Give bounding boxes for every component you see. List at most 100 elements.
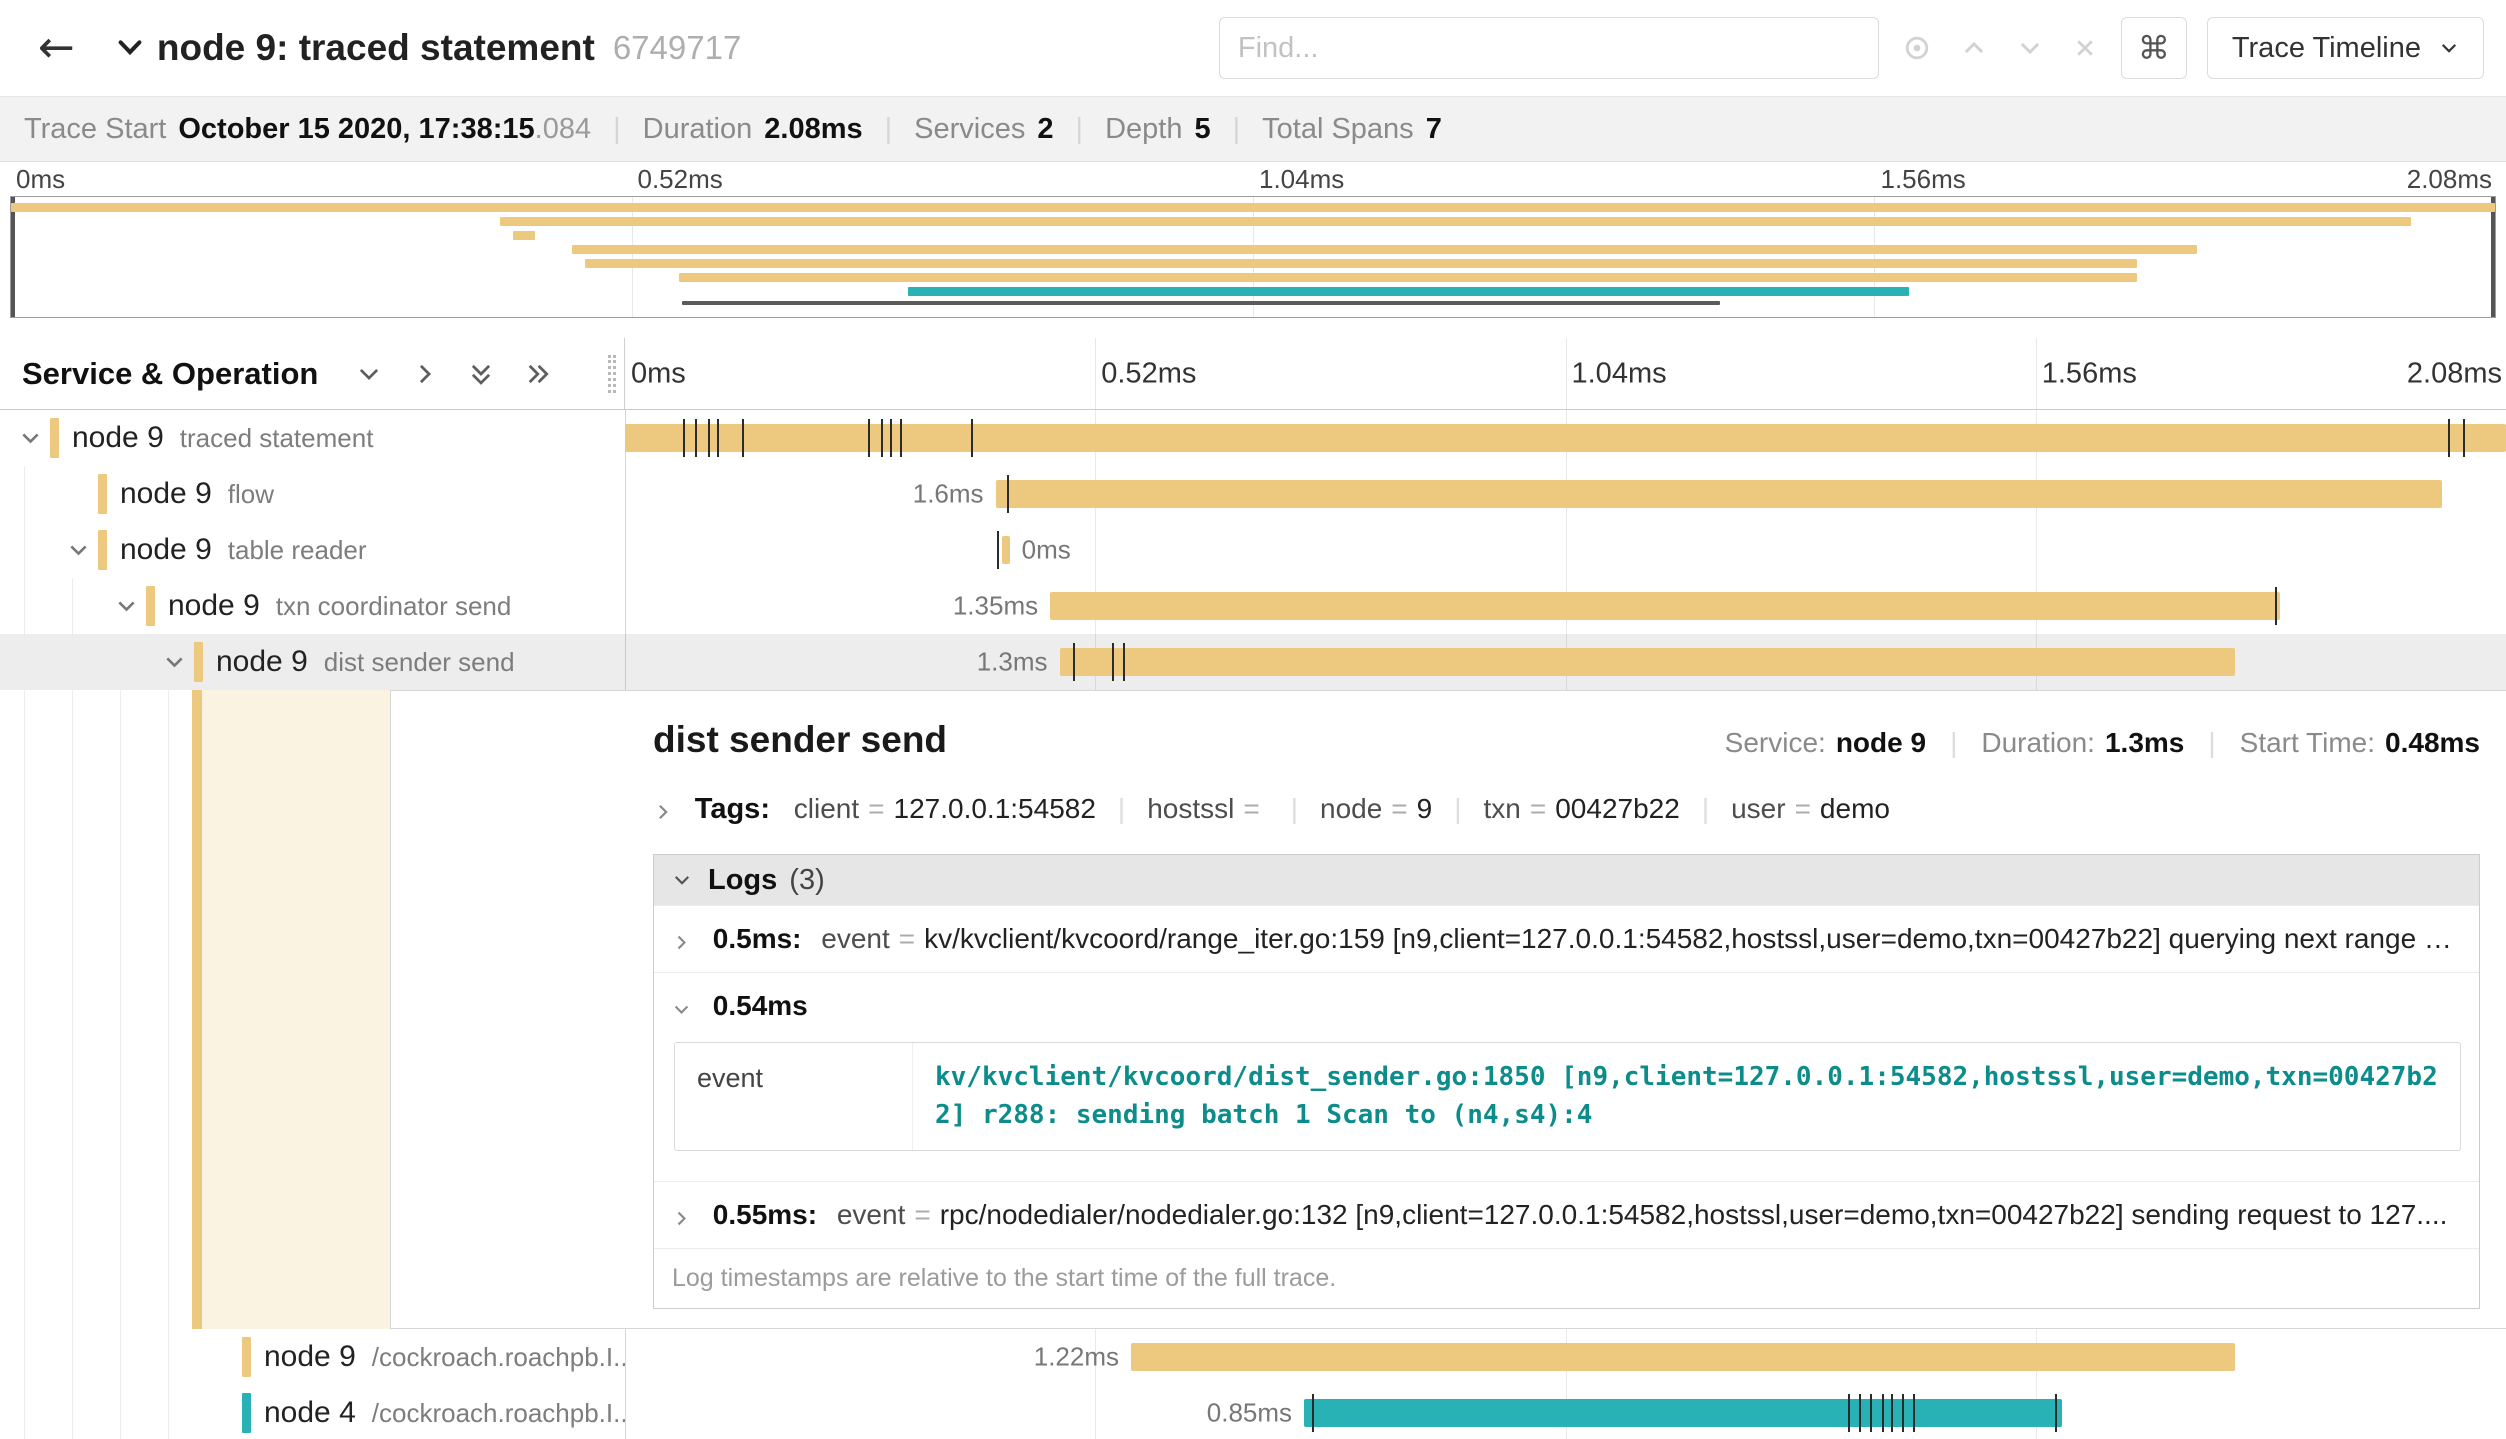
service-name: node 9 xyxy=(72,421,164,455)
span-name-cell[interactable]: node 9flow xyxy=(0,466,625,522)
span-bar[interactable] xyxy=(1002,536,1010,564)
span-bar[interactable] xyxy=(1060,648,2236,676)
span-detail-title: dist sender send xyxy=(653,719,947,761)
log-marker-tick xyxy=(900,419,902,457)
span-detail-indent xyxy=(0,690,390,1329)
span-row-cockroach-roachpb-i[interactable]: node 9/cockroach.roachpb.I...1.22ms xyxy=(0,1329,2506,1385)
log-marker-tick xyxy=(1902,1394,1904,1432)
minimap-handle-left[interactable] xyxy=(11,197,15,317)
span-row-txn-coordinator-send[interactable]: node 9txn coordinator send 1.35ms xyxy=(0,578,2506,634)
minimap-tick-labels: 0ms 0.52ms 1.04ms 1.56ms 2.08ms xyxy=(10,162,2496,196)
column-resizer-handle[interactable] xyxy=(608,355,616,393)
next-result-icon[interactable] xyxy=(2017,35,2043,61)
summary-label: Duration xyxy=(643,113,753,146)
span-bar[interactable] xyxy=(1050,592,2280,620)
span-name-cell[interactable]: node 9/cockroach.roachpb.I... xyxy=(0,1329,625,1385)
span-timeline-cell[interactable]: 1.22ms xyxy=(625,1329,2506,1385)
span-name-cell[interactable]: node 4/cockroach.roachpb.I... xyxy=(0,1385,625,1439)
collapse-all-icon[interactable] xyxy=(468,361,494,387)
minimap-span-bar xyxy=(679,273,2137,282)
span-name-cell[interactable]: node 9traced statement xyxy=(0,410,625,466)
timeline-ruler[interactable]: 0ms 0.52ms 1.04ms 1.56ms 2.08ms xyxy=(625,338,2506,409)
log-marker-tick xyxy=(1007,475,1009,513)
span-detail-highlight xyxy=(202,690,390,1329)
prev-result-icon[interactable] xyxy=(1961,35,1987,61)
log-marker-tick xyxy=(1859,1394,1861,1432)
span-bar[interactable] xyxy=(1131,1343,2235,1371)
span-name-cell[interactable]: node 9dist sender send xyxy=(0,634,625,690)
log-marker-tick xyxy=(1312,1394,1314,1432)
span-row-table-reader[interactable]: node 9table reader 0ms xyxy=(0,522,2506,578)
depth-value: 5 xyxy=(1194,113,1210,146)
log-marker-tick xyxy=(890,419,892,457)
span-row-traced-statement[interactable]: node 9traced statement xyxy=(0,410,2506,466)
logs-header[interactable]: Logs (3) xyxy=(654,855,2479,905)
span-row-dist-sender-send[interactable]: node 9dist sender send1.3ms xyxy=(0,634,2506,690)
expand-chevron-icon[interactable] xyxy=(115,595,138,618)
log-marker-tick xyxy=(2275,587,2277,625)
tags-accordion[interactable]: Tags: client=127.0.0.1:54582|hostssl=|no… xyxy=(653,793,2480,826)
top-bar: ← node 9: traced statement 6749717 ⌘ Tra… xyxy=(0,0,2506,96)
tag-item: hostssl= xyxy=(1147,793,1269,824)
find-input[interactable] xyxy=(1219,17,1879,79)
trace-summary-bar: Trace Start October 15 2020, 17:38:15.08… xyxy=(0,96,2506,162)
minimap-span-bar xyxy=(682,301,1720,305)
log-entry[interactable]: 0.54ms xyxy=(672,990,2461,1022)
span-timeline-cell[interactable]: 1.3ms xyxy=(625,634,2506,690)
trace-collapse-chevron-icon[interactable] xyxy=(115,33,145,63)
minimap-span-bar xyxy=(585,259,2138,268)
minimap-handle-right[interactable] xyxy=(2491,197,2495,317)
locate-span-icon[interactable] xyxy=(1903,34,1931,62)
log-entry[interactable]: 0.5ms: event=kv/kvclient/kvcoord/range_i… xyxy=(654,905,2479,972)
view-selector-button[interactable]: Trace Timeline xyxy=(2207,17,2484,79)
service-name: node 9 xyxy=(216,645,308,679)
expand-chevron-icon[interactable] xyxy=(163,651,186,674)
log-marker-tick xyxy=(2055,1394,2057,1432)
trace-minimap[interactable] xyxy=(10,196,2496,318)
span-timeline-cell[interactable]: 0ms xyxy=(625,522,2506,578)
summary-label: Total Spans xyxy=(1262,113,1414,146)
chevron-down-icon xyxy=(2439,38,2459,58)
service-color-chip xyxy=(146,586,155,626)
log-marker-tick xyxy=(2448,419,2450,457)
expand-chevron-icon[interactable] xyxy=(67,539,90,562)
span-row-cockroach-roachpb-i[interactable]: node 4/cockroach.roachpb.I...0.85ms xyxy=(0,1385,2506,1439)
service-color-chip xyxy=(242,1337,251,1377)
span-name-cell[interactable]: node 9table reader xyxy=(0,522,625,578)
span-bar[interactable] xyxy=(996,480,2442,508)
span-row-flow[interactable]: node 9flow1.6ms xyxy=(0,466,2506,522)
duration-value: 2.08ms xyxy=(764,113,862,146)
expand-chevron-icon[interactable] xyxy=(19,427,42,450)
span-duration-label: 0ms xyxy=(1022,535,1071,566)
operation-name: /cockroach.roachpb.I... xyxy=(372,1398,625,1429)
span-name-cell[interactable]: node 9txn coordinator send xyxy=(0,578,625,634)
minimap-gridline xyxy=(632,197,633,317)
service-operation-header: Service & Operation xyxy=(0,338,625,409)
span-timeline-cell[interactable]: 0.85ms xyxy=(625,1385,2506,1439)
service-color-chip xyxy=(242,1393,251,1433)
service-name: node 9 xyxy=(168,589,260,623)
tag-item: node=9 xyxy=(1320,793,1432,824)
span-duration-label: 1.35ms xyxy=(953,591,1038,622)
collapse-one-icon[interactable] xyxy=(356,361,382,387)
summary-label: Trace Start xyxy=(24,113,166,146)
service-value: node 9 xyxy=(1836,727,1926,759)
log-marker-tick xyxy=(1882,1394,1884,1432)
log-timestamp: 0.54ms xyxy=(713,990,808,1021)
expand-one-icon[interactable] xyxy=(412,361,438,387)
clear-find-icon[interactable] xyxy=(2073,36,2097,60)
log-entry[interactable]: 0.55ms: event=rpc/nodedialer/nodedialer.… xyxy=(654,1181,2479,1248)
expand-all-icon[interactable] xyxy=(524,361,550,387)
service-operation-title: Service & Operation xyxy=(22,356,318,392)
span-timeline-cell[interactable]: 1.6ms xyxy=(625,466,2506,522)
find-navigation xyxy=(1903,34,2097,62)
minimap-span-bar xyxy=(572,245,2197,254)
service-color-chip xyxy=(98,530,107,570)
span-bar[interactable] xyxy=(625,424,2506,452)
span-bar[interactable] xyxy=(1304,1399,2062,1427)
log-marker-tick xyxy=(881,419,883,457)
keyboard-shortcuts-button[interactable]: ⌘ xyxy=(2121,17,2187,79)
service-name: node 4 xyxy=(264,1396,356,1430)
span-timeline-cell[interactable]: 1.35ms xyxy=(625,578,2506,634)
span-timeline-cell[interactable] xyxy=(625,410,2506,466)
